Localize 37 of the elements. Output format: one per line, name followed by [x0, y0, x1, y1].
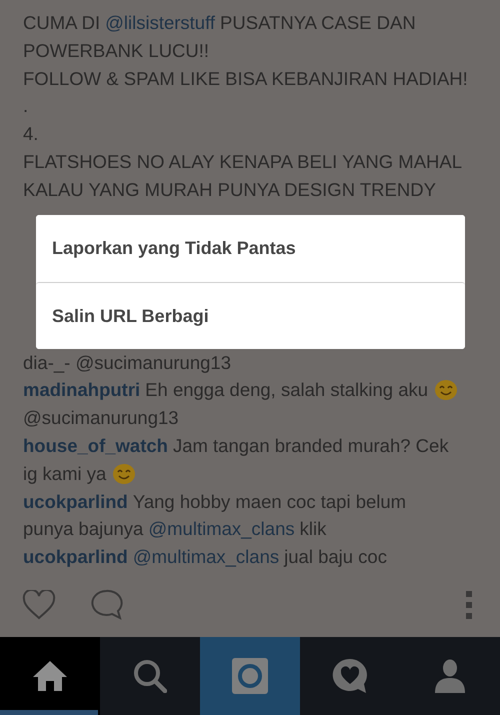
heart-icon[interactable] — [22, 590, 56, 620]
caption-text: dia-_- @sucimanurung13 — [23, 350, 231, 375]
caption-text: CUMA DI — [23, 11, 100, 35]
camera-icon — [232, 658, 268, 694]
caption-text: FLATSHOES NO ALAY KENAPA BELI YANG MAHAL — [23, 150, 462, 174]
camera-tab[interactable] — [200, 637, 300, 715]
more-options-icon[interactable] — [466, 590, 472, 618]
caption-text: jual baju coc — [284, 545, 387, 570]
caption-text: Yang hobby maen coc tapi belum — [132, 490, 406, 514]
username-link[interactable]: madinahputri — [23, 376, 140, 404]
menu-item[interactable]: Salin URL Berbagi — [36, 282, 465, 349]
smiling-face-icon — [113, 464, 136, 484]
caption-text: punya bajunya — [23, 517, 144, 542]
mention-link[interactable]: @lilsisterstuff — [105, 9, 216, 37]
caption-text: @sucimanurung13 — [23, 406, 179, 430]
caption-text: klik — [300, 517, 326, 542]
search-icon — [133, 659, 167, 693]
caption-text: PUSATNYA CASE DAN — [220, 11, 416, 35]
caption-text: Eh engga deng, salah stalking aku — [145, 378, 428, 402]
profile-icon — [434, 659, 466, 693]
smiling-face-icon — [435, 380, 458, 400]
username-link[interactable]: ucokparlind — [23, 543, 128, 571]
home-icon — [32, 660, 68, 692]
caption-text: Jam tangan branded murah? Cek — [172, 434, 449, 458]
home-tab[interactable] — [0, 637, 100, 715]
caption-text: ig kami ya — [23, 462, 106, 486]
mention-link[interactable]: @multimax_clans — [132, 543, 280, 571]
caption-text: . — [23, 94, 28, 118]
caption-text: POWERBANK LUCU!! — [23, 38, 210, 63]
caption-text: KALAU YANG MURAH PUNYA DESIGN TRENDY — [23, 178, 436, 202]
heart-bubble-icon — [332, 658, 368, 694]
mention-link[interactable]: @multimax_clans — [148, 515, 295, 544]
comment-icon[interactable] — [90, 589, 123, 620]
username-link[interactable]: house_of_watch — [23, 432, 168, 460]
username-link[interactable]: ucokparlind — [23, 488, 128, 516]
caption-text: FOLLOW & SPAM LIKE BISA KEBANJIRAN HADIAH! — [23, 66, 468, 91]
caption-text: 4. — [23, 122, 38, 146]
